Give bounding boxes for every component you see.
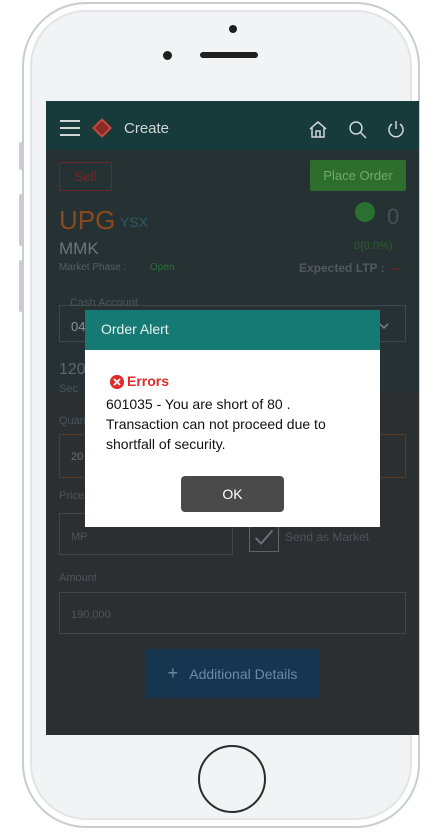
holding-value: 120 [59, 361, 86, 378]
power-icon[interactable] [386, 119, 406, 139]
volume-down-button [19, 260, 23, 312]
error-message: 601035 - You are short of 80 . Transacti… [106, 396, 326, 452]
quantity-value: 20 [71, 451, 84, 463]
amount-input[interactable] [59, 592, 406, 634]
cash-account-label: Cash Account [70, 297, 138, 309]
last-traded-price: 0 [387, 204, 400, 229]
home-icon[interactable] [308, 119, 328, 139]
quantity-label: Quan [59, 415, 86, 427]
earpiece-speaker [200, 52, 258, 58]
send-as-market-label: Send as Market [285, 530, 370, 544]
mute-switch [19, 142, 23, 170]
logo-icon [92, 118, 112, 138]
holding-label: Sec [59, 383, 78, 395]
trend-icon [355, 202, 375, 222]
sell-button[interactable]: Sell [59, 162, 112, 191]
menu-icon[interactable] [60, 120, 80, 141]
error-heading: Errors [127, 373, 170, 389]
ok-button[interactable]: OK [181, 476, 284, 512]
page-title: Create [124, 120, 170, 137]
expected-ltp-value: -- [391, 261, 399, 275]
symbol: UPG [59, 205, 116, 235]
modal-title: Order Alert [101, 321, 169, 337]
amount-value: 190,000 [71, 609, 111, 621]
plus-icon: + [167, 663, 179, 683]
price-label: Price [59, 490, 85, 502]
volume-up-button [19, 194, 23, 246]
market-phase-label: Market Phase : [59, 262, 127, 273]
front-camera [163, 51, 172, 60]
exchange: YSX [120, 214, 149, 230]
front-sensor [229, 25, 237, 33]
currency: MMK [59, 239, 99, 258]
top-bar: Create [46, 101, 419, 150]
price-value: MP [71, 531, 88, 543]
home-button[interactable] [198, 745, 266, 813]
market-phase-value: Open [150, 262, 175, 273]
price-change: 0(0.0%) [354, 240, 393, 252]
place-order-button[interactable]: Place Order [310, 160, 406, 191]
cash-account-value: 04 [71, 319, 86, 334]
error-icon [110, 375, 124, 389]
chevron-down-icon[interactable] [379, 321, 389, 331]
additional-details-button[interactable]: + Additional Details [145, 649, 320, 698]
search-icon[interactable] [348, 120, 368, 140]
expected-ltp-label: Expected LTP : [299, 261, 385, 275]
additional-details-label: Additional Details [189, 666, 298, 682]
amount-label: Amount [59, 572, 97, 584]
